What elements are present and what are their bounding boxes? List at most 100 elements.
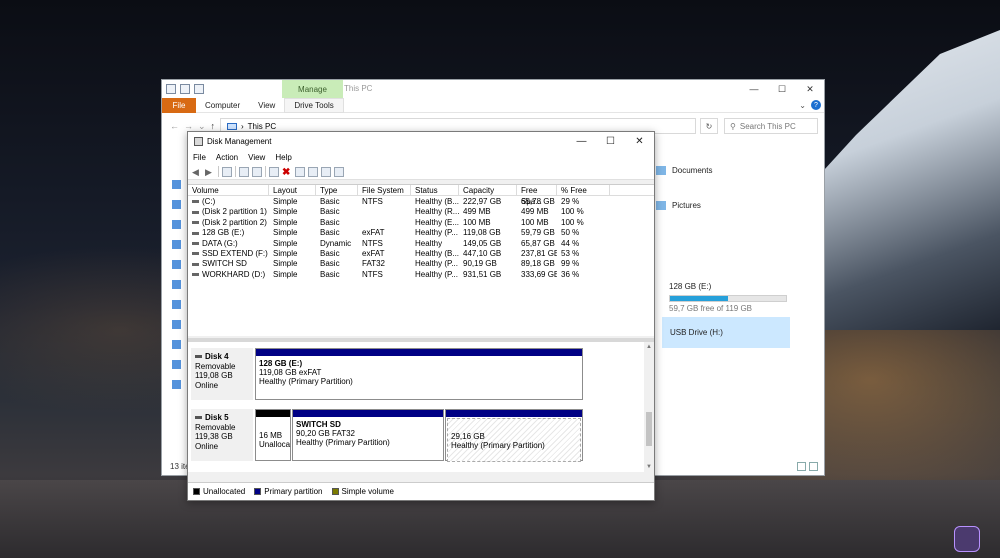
delete-icon[interactable]: ✖ bbox=[282, 167, 292, 178]
new-folder-icon[interactable] bbox=[194, 84, 204, 94]
col-status[interactable]: Status bbox=[411, 185, 459, 196]
tab-view[interactable]: View bbox=[249, 101, 284, 110]
disk-management-window: Disk Management — ☐ ✕ File Action View H… bbox=[187, 131, 655, 501]
volume-row[interactable]: (Disk 2 partition 1) Simple Basic Healthy (… bbox=[188, 207, 654, 217]
volume-cell: exFAT bbox=[358, 249, 411, 259]
close-button[interactable]: ✕ bbox=[625, 132, 654, 151]
disk-label[interactable]: Disk 5 Removable 119,38 GB Online bbox=[191, 409, 253, 461]
video-icon[interactable] bbox=[172, 280, 181, 289]
folder-pictures[interactable]: Pictures bbox=[656, 201, 701, 210]
refresh-button[interactable]: ↻ bbox=[700, 118, 718, 134]
volume-cell: Healthy (B... bbox=[411, 249, 459, 259]
toolbar-separator bbox=[235, 166, 236, 177]
disk-icon bbox=[195, 355, 202, 359]
music-icon[interactable] bbox=[172, 240, 181, 249]
partition-size: 29,16 GB bbox=[451, 432, 485, 441]
volume-cell-text: Healthy (R... bbox=[415, 207, 459, 217]
folder-icon[interactable] bbox=[172, 220, 181, 229]
volume-row[interactable]: 128 GB (E:) Simple Basic exFAT Healthy (P...… bbox=[188, 228, 654, 238]
search-placeholder: Search This PC bbox=[739, 121, 796, 131]
manage-contextual-tab[interactable]: Manage bbox=[282, 80, 343, 98]
menu-file[interactable]: File bbox=[188, 153, 211, 162]
check-icon[interactable] bbox=[295, 166, 305, 177]
partition-selected[interactable]: 29,16 GB Healthy (Primary Partition) bbox=[445, 409, 583, 462]
details-view-icon[interactable] bbox=[797, 462, 806, 471]
drive-icon[interactable] bbox=[172, 360, 181, 369]
drive-h-tile[interactable]: USB Drive (H:) bbox=[662, 317, 790, 348]
close-button[interactable]: ✕ bbox=[796, 80, 824, 98]
minimize-button[interactable]: — bbox=[740, 80, 768, 98]
col-capacity[interactable]: Capacity bbox=[459, 185, 517, 196]
onedrive-icon[interactable] bbox=[172, 180, 181, 189]
properties-icon[interactable] bbox=[252, 166, 262, 177]
help-icon[interactable] bbox=[239, 166, 249, 177]
folder-open-icon[interactable] bbox=[321, 166, 331, 177]
volume-cell-text: Simple bbox=[273, 228, 298, 238]
volume-row[interactable]: (C:) Simple Basic NTFS Healthy (B... 222,97 G… bbox=[188, 197, 654, 207]
volume-cell-text: 29 % bbox=[561, 197, 580, 206]
forward-icon[interactable]: → bbox=[184, 121, 193, 132]
volume-cell-text: NTFS bbox=[362, 197, 383, 206]
folder-icon[interactable] bbox=[172, 200, 181, 209]
volume-cell: FAT32 bbox=[358, 259, 411, 269]
navigation-pane-icons bbox=[172, 180, 188, 400]
volume-cell bbox=[358, 218, 411, 228]
volume-cell-text: 119,08 GB bbox=[463, 228, 501, 238]
scroll-thumb[interactable] bbox=[646, 412, 652, 446]
breadcrumb-this-pc[interactable]: This PC bbox=[248, 122, 276, 131]
menu-action[interactable]: Action bbox=[211, 153, 243, 162]
up-icon[interactable]: ↑ bbox=[211, 121, 216, 132]
volume-cell-text: Simple bbox=[273, 259, 298, 269]
graph-scrollbar[interactable]: ▲ ▼ bbox=[644, 342, 654, 472]
menu-view[interactable]: View bbox=[243, 153, 270, 162]
col-file-system[interactable]: File System bbox=[358, 185, 411, 196]
volume-row[interactable]: SWITCH SD Simple Basic FAT32 Healthy (P... 90… bbox=[188, 259, 654, 269]
drive-icon[interactable] bbox=[172, 340, 181, 349]
volume-row[interactable]: WORKHARD (D:) Simple Basic NTFS Healthy (P..… bbox=[188, 270, 654, 280]
volume-row[interactable]: (Disk 2 partition 2) Simple Basic Healthy (… bbox=[188, 218, 654, 228]
disk-type: Removable bbox=[195, 422, 236, 432]
drive-icon[interactable] bbox=[172, 320, 181, 329]
minimize-button[interactable]: — bbox=[567, 132, 596, 151]
help-icon[interactable]: ? bbox=[811, 100, 821, 110]
col-volume[interactable]: Volume bbox=[188, 185, 269, 196]
volume-row[interactable]: SSD EXTEND (F:) Simple Basic exFAT Healthy (… bbox=[188, 249, 654, 259]
volume-cell-text: 90,19 GB bbox=[463, 259, 497, 269]
col-free-space[interactable]: Free Spa... bbox=[517, 185, 557, 206]
col-type[interactable]: Type bbox=[316, 185, 358, 196]
partition-switch-sd[interactable]: SWITCH SD 90,20 GB FAT32 Healthy (Primar… bbox=[292, 409, 444, 461]
computer-icon[interactable] bbox=[166, 84, 176, 94]
col-percent-free[interactable]: % Free bbox=[557, 185, 610, 196]
partition-unallocated[interactable]: 16 MB Unalloca bbox=[255, 409, 291, 461]
tab-file[interactable]: File bbox=[162, 97, 196, 113]
disk-label[interactable]: Disk 4 Removable 119,08 GB Online bbox=[191, 348, 253, 400]
expand-ribbon-icon[interactable]: ⌄ bbox=[799, 101, 806, 110]
back-icon[interactable]: ◀ bbox=[192, 167, 202, 177]
forward-icon[interactable]: ▶ bbox=[205, 167, 215, 177]
maximize-button[interactable]: ☐ bbox=[596, 132, 625, 151]
partition-e[interactable]: 128 GB (E:) 119,08 GB exFAT Healthy (Pri… bbox=[255, 348, 583, 400]
tab-computer[interactable]: Computer bbox=[196, 101, 249, 110]
scroll-down-icon[interactable]: ▼ bbox=[646, 464, 652, 470]
show-hide-tree-icon[interactable] bbox=[222, 166, 232, 177]
folder-documents[interactable]: Documents bbox=[656, 166, 712, 175]
partition-body: 16 MB Unalloca bbox=[256, 417, 290, 449]
maximize-button[interactable]: ☐ bbox=[768, 80, 796, 98]
back-icon[interactable]: ← bbox=[170, 121, 179, 132]
properties-icon[interactable] bbox=[180, 84, 190, 94]
recent-icon[interactable]: ⌄ bbox=[198, 121, 206, 132]
view-icon[interactable] bbox=[334, 166, 344, 177]
drive-icon[interactable] bbox=[172, 300, 181, 309]
connect-icon[interactable] bbox=[269, 166, 279, 177]
folder-icon[interactable] bbox=[172, 260, 181, 269]
menu-help[interactable]: Help bbox=[270, 153, 296, 162]
large-icons-view-icon[interactable] bbox=[809, 462, 818, 471]
drive-e-tile[interactable]: 128 GB (E:) 59,7 GB free of 119 GB bbox=[669, 282, 789, 313]
new-icon[interactable] bbox=[308, 166, 318, 177]
drive-icon[interactable] bbox=[172, 380, 181, 389]
scroll-up-icon[interactable]: ▲ bbox=[646, 344, 652, 350]
volume-row[interactable]: DATA (G:) Simple Dynamic NTFS Healthy 149,05 … bbox=[188, 239, 654, 249]
col-layout[interactable]: Layout bbox=[269, 185, 316, 196]
search-box[interactable]: ⚲ Search This PC bbox=[724, 118, 818, 134]
tab-drive-tools[interactable]: Drive Tools bbox=[284, 97, 344, 113]
